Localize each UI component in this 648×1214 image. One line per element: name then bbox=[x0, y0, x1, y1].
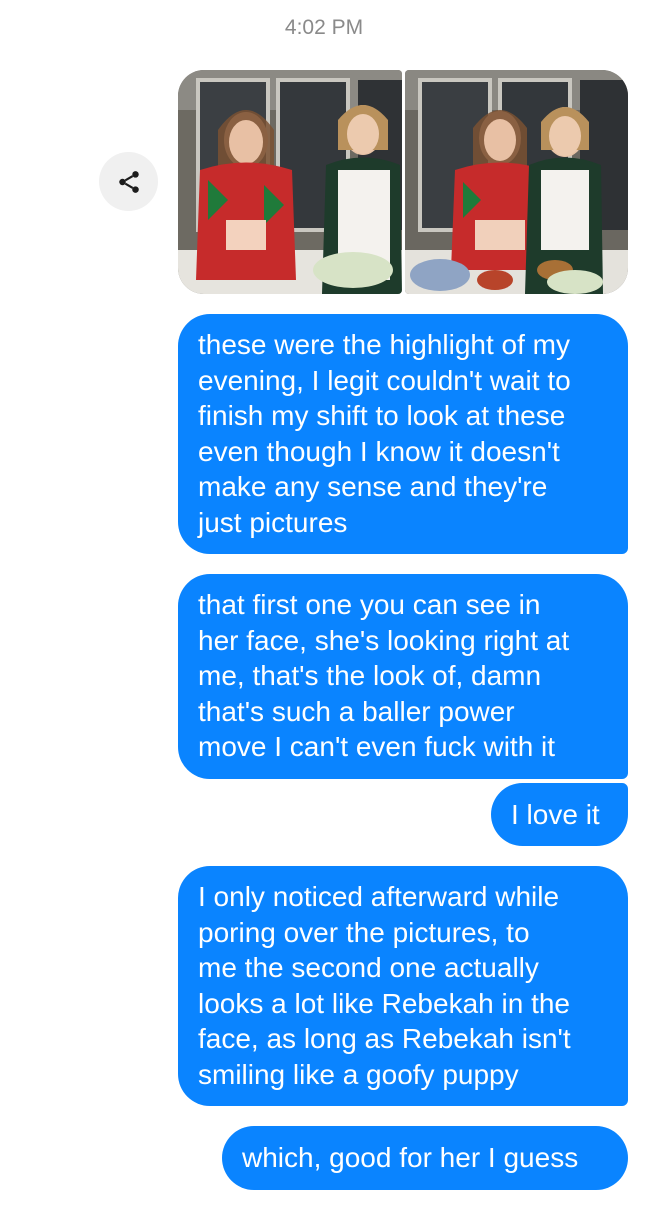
sent-message-bubble[interactable]: I only noticed afterward while poring ov… bbox=[178, 866, 628, 1106]
sent-message-bubble[interactable]: which, good for her I guess bbox=[222, 1126, 628, 1190]
sent-message-bubble[interactable]: I love it bbox=[491, 783, 628, 846]
share-button[interactable] bbox=[99, 152, 158, 211]
shared-photo-2[interactable] bbox=[405, 70, 628, 294]
shared-photo-1[interactable] bbox=[178, 70, 402, 294]
sent-message-bubble[interactable]: these were the highlight of my evening, … bbox=[178, 314, 628, 554]
sent-message-bubble[interactable]: that first one you can see in her face, … bbox=[178, 574, 628, 779]
share-icon bbox=[118, 170, 139, 193]
message-timestamp: 4:02 PM bbox=[284, 16, 364, 39]
